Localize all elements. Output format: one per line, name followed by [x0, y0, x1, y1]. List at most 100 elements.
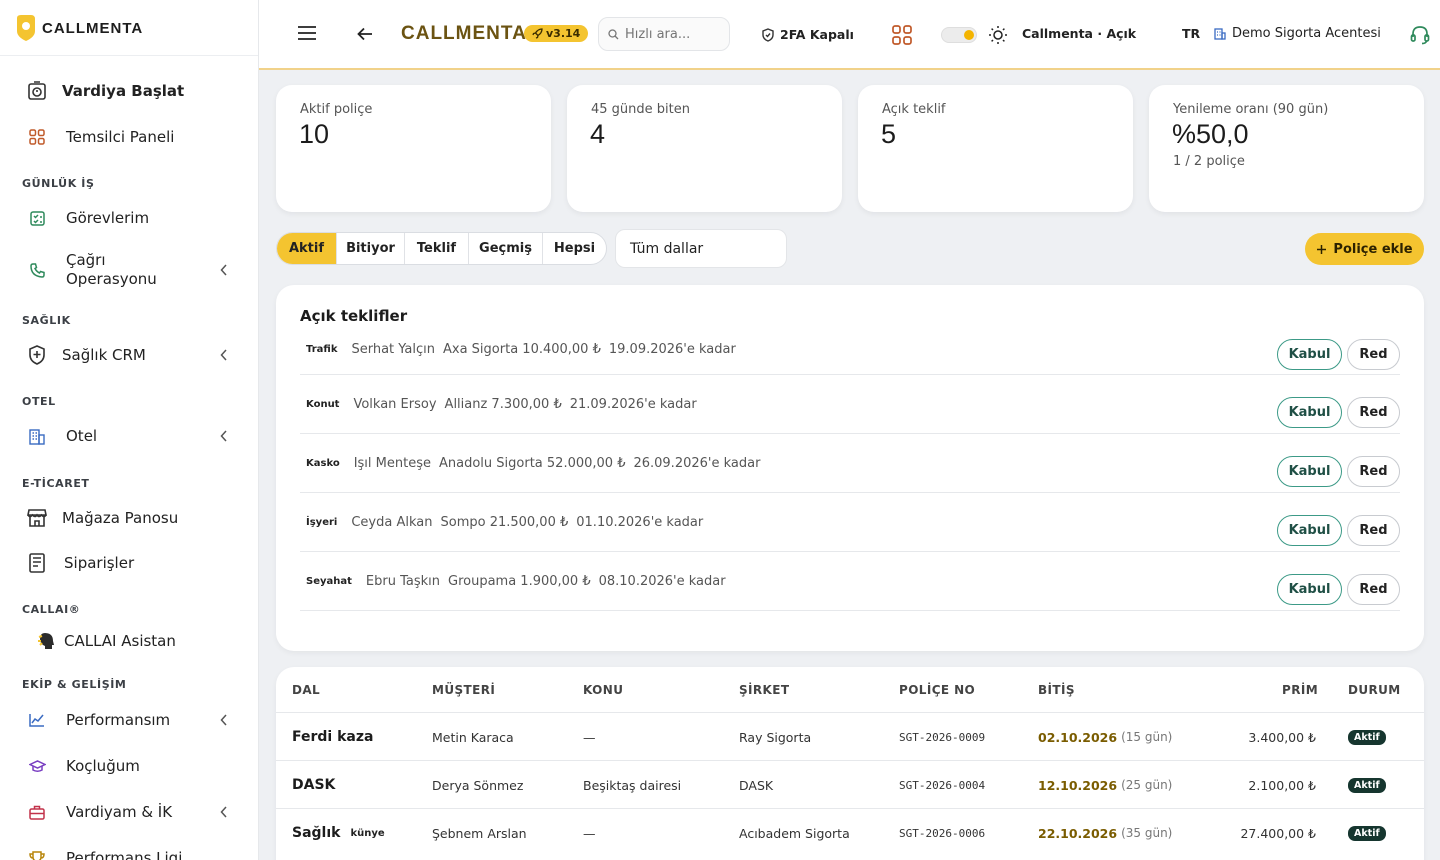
cell-musteri: Metin Karaca [432, 729, 514, 745]
table-row[interactable]: DASK Derya Sönmez Beşiktaş dairesi DASK … [276, 760, 1424, 808]
open-offers-panel: Açık teklifler Trafik Serhat Yalçın Axa … [276, 285, 1424, 651]
reject-button[interactable]: Red [1347, 574, 1400, 605]
cell-prim: 3.400,00 ₺ [1248, 729, 1316, 745]
hamburger-icon [298, 26, 316, 40]
cell-durum: Aktif [1348, 761, 1386, 809]
theme-toggle[interactable] [941, 27, 977, 43]
cell-police-no: SGT-2026-0009 [899, 730, 986, 744]
graduation-cap-icon [26, 755, 48, 777]
status-badge: Aktif [1348, 825, 1386, 841]
sidebar-item-label: Sağlık CRM [62, 345, 146, 364]
tab-bitiyor[interactable]: Bitiyor [337, 233, 405, 264]
offer-deadline: 21.09.2026'e kadar [569, 397, 697, 412]
table-row[interactable]: Ferdi kaza Metin Karaca — Ray Sigorta SG… [276, 712, 1424, 760]
chevron-left-icon [220, 264, 228, 276]
sidebar-item-label: Mağaza Panosu [62, 508, 179, 527]
brand-title: CALLMENTA [401, 23, 527, 44]
cell-dal: Ferdi kaza [292, 713, 373, 761]
cell-sirket: DASK [739, 777, 774, 793]
sidebar-item-label: Otel [66, 426, 98, 445]
sidebar-item-coaching[interactable]: Koçluğum [26, 754, 236, 778]
column-header-dal[interactable]: DAL [292, 683, 320, 697]
cell-prim: 27.400,00 ₺ [1240, 825, 1316, 841]
store-icon [26, 507, 48, 529]
menu-button[interactable] [297, 25, 317, 41]
branch-filter-select[interactable]: Tüm dallar [615, 229, 787, 268]
tab-teklif[interactable]: Teklif [405, 233, 469, 264]
dal-name: Ferdi kaza [292, 729, 374, 745]
language-switch[interactable]: TR [1182, 26, 1200, 41]
days-left: (25 gün) [1121, 778, 1173, 792]
logo[interactable]: CALLMENTA [14, 14, 143, 42]
column-header-bitis[interactable]: BİTİŞ [1038, 683, 1075, 697]
column-header-konu[interactable]: KONU [583, 683, 623, 697]
twofa-status[interactable]: 2FA Kapalı [762, 27, 854, 42]
grid-icon [26, 126, 48, 148]
cell-durum: Aktif [1348, 809, 1386, 857]
shield-check-icon [762, 27, 774, 42]
accept-button[interactable]: Kabul [1277, 515, 1342, 546]
stat-label: Aktif poliçe [300, 102, 373, 117]
twofa-text: 2FA Kapalı [780, 27, 854, 42]
stat-card-open-offers: Açık teklif 5 [858, 85, 1133, 212]
cell-konu: — [583, 729, 596, 745]
sidebar-item-agent-panel[interactable]: Temsilci Paneli [26, 125, 236, 149]
sidebar-item-start-shift[interactable]: Vardiya Başlat [26, 78, 236, 104]
offer-text: İşyeri Ceyda Alkan Sompo 21.500,00 ₺ 01.… [306, 493, 703, 552]
agency-name: Demo Sigorta Acentesi [1232, 26, 1381, 41]
stat-value: 4 [590, 119, 606, 149]
offer-category: İşyeri [306, 517, 338, 528]
column-header-sirket[interactable]: ŞİRKET [739, 683, 789, 697]
accept-button[interactable]: Kabul [1277, 456, 1342, 487]
reject-button[interactable]: Red [1347, 397, 1400, 428]
sidebar-item-label: Siparişler [64, 553, 135, 572]
apps-button[interactable] [892, 25, 912, 45]
building-icon [26, 425, 48, 447]
column-header-durum[interactable]: DURUM [1348, 683, 1401, 697]
stat-value: 10 [299, 119, 330, 149]
ai-head-icon [36, 630, 58, 652]
sidebar-item-label: Görevlerim [66, 208, 150, 227]
accept-button[interactable]: Kabul [1277, 339, 1342, 370]
column-header-police[interactable]: POLİÇE NO [899, 683, 975, 697]
accept-button[interactable]: Kabul [1277, 574, 1342, 605]
reject-button[interactable]: Red [1347, 515, 1400, 546]
add-policy-label: Poliçe ekle [1333, 241, 1413, 257]
status-tabs: Aktif Bitiyor Teklif Geçmiş Hepsi [276, 232, 607, 265]
support-button[interactable] [1410, 25, 1430, 45]
cell-police-no: SGT-2026-0004 [899, 778, 986, 792]
sidebar-item-health-crm[interactable]: Sağlık CRM [26, 343, 236, 367]
sidebar-item-shift-hr[interactable]: Vardiyam & İK [26, 800, 236, 824]
search-input[interactable] [625, 26, 719, 42]
sun-icon[interactable] [988, 25, 1008, 45]
agency-selector[interactable]: Demo Sigorta Acentesi [1214, 26, 1381, 41]
accept-button[interactable]: Kabul [1277, 397, 1342, 428]
chevron-left-icon [220, 349, 228, 361]
reject-button[interactable]: Red [1347, 456, 1400, 487]
sidebar-item-store[interactable]: Mağaza Panosu [26, 506, 236, 530]
sidebar-item-orders[interactable]: Siparişler [26, 551, 236, 575]
back-button[interactable] [357, 27, 373, 41]
table-row[interactable]: Sağlık künye Şebnem Arslan — Acıbadem Sig… [276, 808, 1424, 856]
sidebar-item-tasks[interactable]: Görevlerim [26, 206, 236, 230]
sidebar-item-label: Vardiyam & İK [66, 802, 173, 821]
grid-icon [892, 25, 912, 45]
building-icon [1214, 28, 1226, 40]
company-status[interactable]: Callmenta · Açık [1022, 26, 1136, 41]
add-policy-button[interactable]: Poliçe ekle [1305, 233, 1424, 265]
column-header-musteri[interactable]: MÜŞTERİ [432, 683, 495, 697]
offer-detail: Anadolu Sigorta 52.000,00 ₺ [439, 456, 626, 471]
sidebar-item-performance[interactable]: Performansım [26, 708, 236, 732]
sidebar-item-label: Temsilci Paneli [66, 127, 175, 146]
reject-button[interactable]: Red [1347, 339, 1400, 370]
chart-line-icon [26, 709, 48, 731]
sidebar-item-league[interactable]: Performans Ligi [26, 846, 236, 860]
tab-hepsi[interactable]: Hepsi [543, 233, 606, 264]
sidebar-item-call-ops[interactable]: Çağrı Operasyonu [26, 250, 236, 290]
sidebar-item-assistant[interactable]: CALLAI Asistan [36, 629, 246, 653]
sidebar-item-hotel[interactable]: Otel [26, 424, 236, 448]
column-header-prim[interactable]: PRİM [1282, 683, 1318, 697]
tab-aktif[interactable]: Aktif [277, 233, 337, 264]
logo-divider [0, 55, 258, 56]
tab-gecmis[interactable]: Geçmiş [469, 233, 543, 264]
